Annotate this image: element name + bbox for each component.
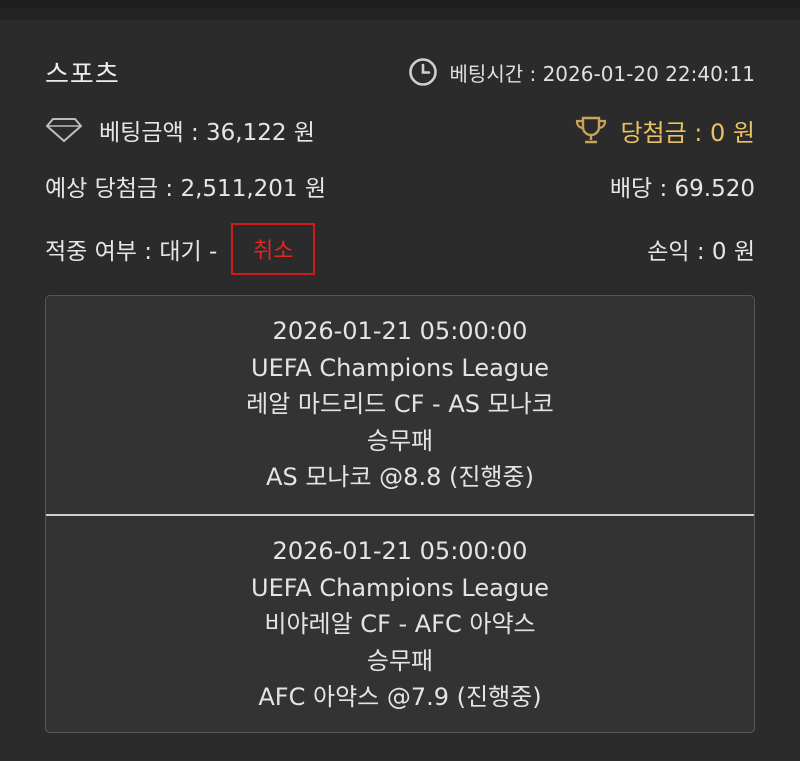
- matches-panel: 2026-01-21 05:00:00 UEFA Champions Leagu…: [45, 295, 755, 733]
- trophy-icon: [576, 116, 607, 144]
- header-row: 스포츠 베팅시간 : 2026-01-20 22:40:11: [45, 52, 755, 92]
- expected-row: 예상 당첨금 : 2,511,201 원 배당 : 69.520: [45, 166, 755, 206]
- amount-row: 베팅금액 : 36,122 원 당첨금 : 0 원: [45, 110, 755, 150]
- bet-amount: 베팅금액 : 36,122 원: [45, 113, 315, 147]
- match-market: 승무패: [366, 646, 434, 675]
- top-bar-edge: [0, 8, 800, 20]
- diamond-icon: [45, 118, 83, 143]
- match-league: UEFA Champions League: [251, 353, 549, 382]
- match-item: 2026-01-21 05:00:00 UEFA Champions Leagu…: [46, 516, 754, 732]
- bet-time-text: 베팅시간 : 2026-01-20 22:40:11: [449, 61, 755, 86]
- match-datetime: 2026-01-21 05:00:00: [272, 317, 528, 345]
- clock-icon: [408, 58, 437, 86]
- profit: 손익 : 0 원: [647, 239, 755, 265]
- match-teams: 레알 마드리드 CF - AS 모나코: [246, 390, 554, 418]
- match-league: UEFA Champions League: [251, 573, 549, 602]
- match-market: 승무패: [366, 426, 434, 455]
- hit-status-text: 적중 여부 : 대기 -: [45, 239, 218, 265]
- match-datetime: 2026-01-21 05:00:00: [272, 537, 528, 565]
- status-row: 적중 여부 : 대기 - 취소 손익 : 0 원: [45, 221, 755, 277]
- bet-amount-text: 베팅금액 : 36,122 원: [99, 120, 315, 146]
- cancel-button[interactable]: 취소: [231, 223, 316, 275]
- bet-time: 베팅시간 : 2026-01-20 22:40:11: [408, 57, 755, 87]
- match-pick: AFC 아약스 @7.9 (진행중): [258, 683, 542, 711]
- match-teams: 비야레알 CF - AFC 아약스: [264, 610, 536, 638]
- hit-status: 적중 여부 : 대기 - 취소: [45, 223, 316, 275]
- win-amount: 당첨금 : 0 원: [574, 113, 755, 148]
- odds: 배당 : 69.520: [609, 176, 755, 202]
- match-item: 2026-01-21 05:00:00 UEFA Champions Leagu…: [46, 296, 754, 514]
- page-title: 스포츠: [45, 59, 120, 90]
- win-amount-text: 당첨금 : 0 원: [620, 118, 755, 147]
- expected-win: 예상 당첨금 : 2,511,201 원: [45, 176, 327, 202]
- match-pick: AS 모나코 @8.8 (진행중): [266, 463, 534, 491]
